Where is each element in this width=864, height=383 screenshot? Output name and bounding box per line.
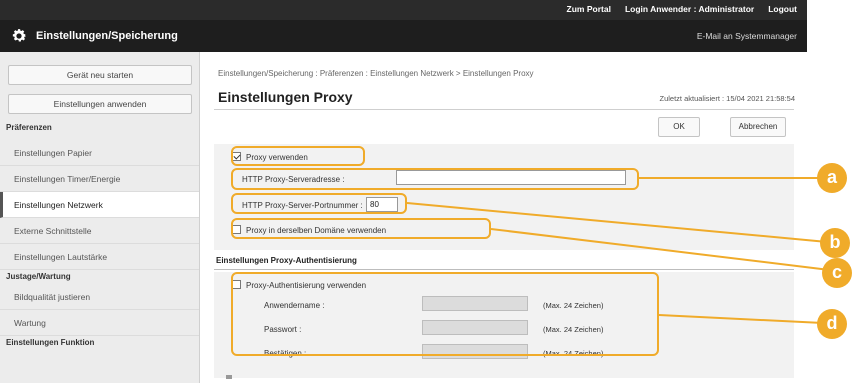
sidebar-item-volume[interactable]: Einstellungen Lautstärke (0, 244, 199, 270)
breadcrumb: Einstellungen/Speicherung : Präferenzen … (218, 69, 534, 78)
callout-a-leader (639, 177, 821, 179)
last-updated: Zuletzt aktualisiert : 15/04 2021 21:58:… (659, 94, 795, 103)
portal-link[interactable]: Zum Portal (567, 4, 611, 14)
app-header: Einstellungen/Speicherung E-Mail an Syst… (0, 20, 807, 52)
auth-section-title: Einstellungen Proxy-Authentisierung (214, 256, 794, 270)
logout-link[interactable]: Logout (768, 4, 797, 14)
sidebar-item-paper[interactable]: Einstellungen Papier (0, 140, 199, 166)
callout-b: b (820, 228, 850, 258)
email-system-manager-link[interactable]: E-Mail an Systemmanager (697, 31, 797, 41)
highlight-same-domain (231, 218, 491, 239)
gear-icon (12, 29, 27, 42)
sidebar-item-external-interface[interactable]: Externe Schnittstelle (0, 218, 199, 244)
sidebar-item-image-quality[interactable]: Bildqualität justieren (0, 284, 199, 310)
callout-a: a (817, 163, 847, 193)
title-divider (214, 109, 794, 110)
sidebar-section-function[interactable]: Einstellungen Funktion (6, 338, 94, 347)
cancel-button[interactable]: Abbrechen (730, 117, 786, 137)
top-bar: Zum Portal Login Anwender : Administrato… (0, 0, 807, 20)
sidebar-section-adjustment: Justage/Wartung (6, 272, 71, 281)
current-user: Administrator (698, 4, 755, 14)
highlight-http-port (231, 193, 407, 214)
scroll-indicator (226, 375, 232, 379)
login-user-label: Login Anwender : Administrator (624, 4, 755, 14)
callout-d: d (817, 309, 847, 339)
ok-button[interactable]: OK (658, 117, 700, 137)
top-links: Zum Portal Login Anwender : Administrato… (567, 4, 797, 14)
sidebar-item-maintenance[interactable]: Wartung (0, 310, 199, 336)
sidebar-item-timer-energy[interactable]: Einstellungen Timer/Energie (0, 166, 199, 192)
highlight-http-server (231, 168, 639, 190)
restart-device-button[interactable]: Gerät neu starten (8, 65, 192, 85)
highlight-use-proxy (231, 146, 365, 166)
highlight-auth-settings (231, 272, 659, 356)
sidebar-section-preferences: Präferenzen (6, 123, 52, 132)
page-title: Einstellungen Proxy (218, 89, 353, 105)
callout-c: c (822, 258, 852, 288)
sidebar-item-network[interactable]: Einstellungen Netzwerk (0, 192, 199, 218)
sidebar: Gerät neu starten Einstellungen anwenden… (0, 52, 200, 383)
apply-settings-button[interactable]: Einstellungen anwenden (8, 94, 192, 114)
app-title: Einstellungen/Speicherung (36, 30, 178, 42)
